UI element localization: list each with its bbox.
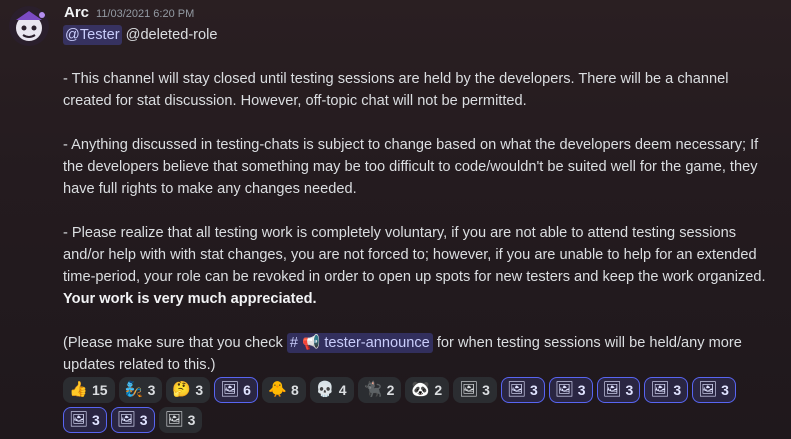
reaction-count: 3 <box>482 382 490 398</box>
reaction-button[interactable]: 🐈‍⬛ 2 <box>357 377 402 403</box>
paragraph-1: - This channel will stay closed until te… <box>63 71 729 109</box>
reaction-count: 3 <box>92 412 100 428</box>
paragraph-4-before: (Please make sure that you check <box>63 335 283 351</box>
reactions-bar: 👍 15 🧞 3 🤔 3 🖼 6 🐥 8 💀 4 🐈‍⬛ 2 🐼 2 🖼 3 🖼 3 🖼 3 🖼 3 🖼 3 🖼 3 🖼 3 🖼 3 🖼 3 <box>63 377 779 433</box>
reaction-button[interactable]: 🐼 2 <box>405 377 450 403</box>
reaction-count: 2 <box>434 382 443 398</box>
reaction-count: 2 <box>386 382 395 398</box>
thumbs-up-icon: 👍 <box>69 381 88 398</box>
reaction-button[interactable]: 🖼 3 <box>644 377 689 403</box>
user-avatar[interactable] <box>9 6 49 46</box>
reaction-count: 3 <box>673 382 682 398</box>
channel-hash-icon: # <box>289 335 299 351</box>
reaction-count: 6 <box>243 382 251 398</box>
reaction-count: 3 <box>625 382 634 398</box>
reaction-button[interactable]: 💀 4 <box>309 377 354 403</box>
mention-line: @Tester @deleted-role <box>63 24 779 46</box>
message-timestamp: 11/03/2021 6:20 PM <box>96 8 195 20</box>
custom-emoji-photo-icon: 🖼 <box>554 381 574 398</box>
reaction-count: 3 <box>195 382 204 398</box>
reaction-button[interactable]: 🖼 3 <box>692 377 736 403</box>
custom-emoji-chick-icon: 🐥 <box>267 381 287 398</box>
reaction-count: 8 <box>290 382 299 398</box>
reaction-button[interactable]: 🖼 3 <box>500 377 545 403</box>
reaction-button[interactable]: 🤔 3 <box>166 377 211 403</box>
custom-emoji-photo-icon: 🖼 <box>506 381 526 398</box>
reaction-button[interactable]: 🐥 8 <box>261 377 306 403</box>
genie-icon: 🧞 <box>124 381 144 398</box>
custom-emoji-photo-icon: 🖼 <box>164 411 184 428</box>
paragraph-3-text: - Please realize that all testing work i… <box>63 225 766 285</box>
reaction-button[interactable]: 🖼 3 <box>63 407 107 433</box>
custom-emoji-photo-icon: 🖼 <box>650 381 670 398</box>
user-mention[interactable]: @Tester <box>63 25 122 45</box>
reaction-button[interactable]: 🖼 3 <box>158 407 203 433</box>
reaction-count: 3 <box>721 382 729 398</box>
channel-mention-tester-announce[interactable]: # 📢 tester-announce <box>286 333 433 353</box>
reaction-count: 3 <box>147 382 156 398</box>
megaphone-icon: 📢 <box>302 335 321 351</box>
reaction-button[interactable]: 👍 15 <box>63 377 115 403</box>
paragraph-2: - Anything discussed in testing-chats is… <box>63 137 759 197</box>
thinking-face-icon: 🤔 <box>172 381 192 398</box>
paragraph-3-bold: Your work is very much appreciated. <box>63 291 317 307</box>
custom-emoji-photo-icon: 🖼 <box>116 411 136 428</box>
custom-emoji-portrait-icon: 🖼 <box>220 381 240 398</box>
deleted-role-mention: @deleted-role <box>125 27 218 43</box>
reaction-button[interactable]: 🖼 6 <box>214 377 258 403</box>
reaction-count: 3 <box>529 382 538 398</box>
reaction-button[interactable]: 🖼 3 <box>548 377 593 403</box>
message-content: @Tester @deleted-role - This channel wil… <box>63 24 779 376</box>
reaction-count: 3 <box>577 382 586 398</box>
custom-emoji-photo-icon: 🖼 <box>459 381 479 398</box>
reaction-button[interactable]: 🖼 3 <box>596 377 641 403</box>
custom-emoji-photo-icon: 🖼 <box>698 381 718 398</box>
custom-emoji-black-cat-icon: 🐈‍⬛ <box>363 381 383 398</box>
custom-emoji-photo-icon: 🖼 <box>602 381 622 398</box>
custom-emoji-photo-icon: 🖼 <box>69 411 89 428</box>
reaction-count: 3 <box>139 412 148 428</box>
reaction-button[interactable]: 🖼 3 <box>110 407 155 433</box>
reaction-count: 3 <box>187 412 196 428</box>
paragraph-4: (Please make sure that you check # 📢 tes… <box>63 332 779 376</box>
custom-emoji-skull-icon: 💀 <box>315 381 335 398</box>
reaction-button[interactable]: 🖼 3 <box>453 377 497 403</box>
channel-name: tester-announce <box>324 335 430 351</box>
chat-message: Arc 11/03/2021 6:20 PM @Tester @deleted-… <box>0 0 791 439</box>
author-name[interactable]: Arc <box>64 4 89 21</box>
reaction-count: 4 <box>338 382 347 398</box>
paragraph-3: - Please realize that all testing work i… <box>63 222 779 310</box>
reaction-button[interactable]: 🧞 3 <box>118 377 163 403</box>
reaction-count: 15 <box>92 382 108 398</box>
message-header: Arc 11/03/2021 6:20 PM <box>64 4 194 22</box>
custom-emoji-panda-icon: 🐼 <box>411 381 431 398</box>
avatar-image <box>9 6 49 46</box>
